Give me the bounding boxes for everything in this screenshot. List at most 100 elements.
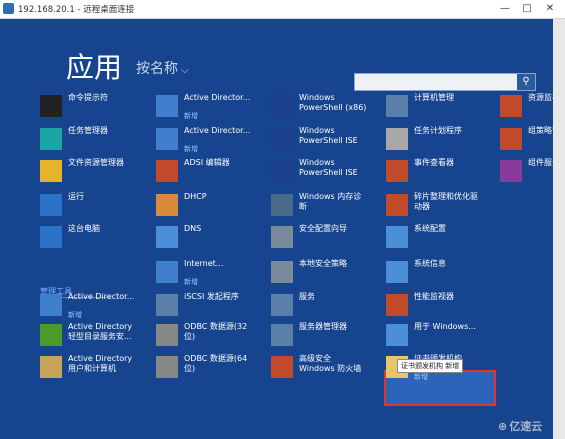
apps-screen: 应用 按名称 ⌵ ⚲ 管理工具 命令提示符 任务管理器 文件资源管理器 运行 这台电脑 Ac…	[0, 19, 553, 439]
app-tile[interactable]: 安全配置向导	[271, 224, 383, 252]
folder-icon	[40, 160, 62, 182]
app-tile[interactable]: ADSI 编辑器	[156, 158, 268, 186]
app-tile[interactable]: Windows 内存诊断	[271, 192, 383, 220]
odbc-icon	[156, 324, 178, 346]
backup-icon	[386, 324, 408, 346]
app-tile[interactable]: Active Directory 用户和计算机	[40, 354, 152, 382]
app-label-line2: Windows 防火墙	[299, 364, 362, 373]
memory-icon	[271, 194, 293, 216]
perfmon-icon	[386, 294, 408, 316]
app-tile[interactable]: Internet... 新增	[156, 259, 268, 287]
app-tile[interactable]: DNS	[156, 224, 268, 252]
app-tile[interactable]: 这台电脑	[40, 224, 152, 252]
app-label: 命令提示符	[68, 93, 108, 102]
app-label: 资源监视	[528, 93, 553, 102]
sort-dropdown[interactable]: 按名称 ⌵	[136, 58, 189, 78]
odbc-icon	[156, 356, 178, 378]
app-tile[interactable]: 服务	[271, 292, 383, 320]
app-tile[interactable]: Active Director... 新增	[40, 292, 152, 320]
watermark: ⊕ 亿速云	[498, 420, 543, 433]
new-badge: 新增	[184, 278, 198, 286]
minimize-button[interactable]: —	[494, 2, 516, 16]
eventvwr-icon	[386, 160, 408, 182]
compmgmt-icon	[386, 95, 408, 117]
app-label-line2: PowerShell ISE	[299, 168, 358, 177]
security-icon	[271, 226, 293, 248]
app-tile[interactable]: Windows PowerShell ISE	[271, 126, 383, 154]
app-label-line2: PowerShell (x86)	[299, 103, 367, 112]
app-tile[interactable]: 资源监视	[500, 93, 553, 121]
ad-icon	[156, 128, 178, 150]
app-tile[interactable]: Windows PowerShell (x86)	[271, 93, 383, 121]
app-label: Active Director...	[184, 93, 251, 102]
cmd-icon	[40, 95, 62, 117]
new-badge: 新增	[68, 311, 82, 319]
app-tile[interactable]: Active Director... 新增	[156, 93, 268, 121]
resmon-icon	[500, 95, 522, 117]
iis-icon	[156, 261, 178, 283]
app-tile[interactable]: 运行	[40, 192, 152, 220]
app-tile[interactable]: Windows PowerShell ISE	[271, 158, 383, 186]
app-label: 碎片整理和优化驱	[414, 192, 478, 201]
taskmgr-icon	[40, 128, 62, 150]
app-tile[interactable]: 服务器管理器	[271, 322, 383, 350]
app-label: 这台电脑	[68, 224, 100, 233]
app-tile[interactable]: 系统配置	[386, 224, 498, 252]
app-tile[interactable]: 事件查看器	[386, 158, 498, 186]
app-label: Windows	[299, 93, 335, 102]
close-button[interactable]: ✕	[539, 2, 561, 16]
app-label-line2: 轻型目录服务安...	[68, 332, 132, 341]
app-tile[interactable]: ODBC 数据源(32 位)	[156, 322, 268, 350]
app-label: Active Directory	[68, 354, 133, 363]
app-tile[interactable]: 命令提示符	[40, 93, 152, 121]
app-tile[interactable]: 系统信息	[386, 259, 498, 287]
app-label: Windows	[299, 126, 335, 135]
app-label: 服务	[299, 292, 315, 301]
comsvcs-icon	[500, 160, 522, 182]
app-tile[interactable]: ODBC 数据源(64 位)	[156, 354, 268, 382]
app-label: Active Director...	[184, 126, 251, 135]
app-tile[interactable]: iSCSI 发起程序	[156, 292, 268, 320]
firewall-icon	[271, 356, 293, 378]
app-label: 系统信息	[414, 259, 446, 268]
app-tile[interactable]: Active Directory 轻型目录服务安...	[40, 322, 152, 350]
app-tile[interactable]: Active Director... 新增	[156, 126, 268, 154]
remote-desktop-icon	[3, 3, 14, 14]
app-tile[interactable]: 组策略管	[500, 126, 553, 154]
app-label: Windows 内存诊	[299, 192, 362, 201]
app-tile[interactable]: 文件资源管理器	[40, 158, 152, 186]
app-tile[interactable]: 碎片整理和优化驱 动器	[386, 192, 498, 220]
dhcp-icon	[156, 194, 178, 216]
app-label: 事件查看器	[414, 158, 454, 167]
window-title: 192.168.20.1 - 远程桌面连接	[18, 5, 135, 15]
app-tile[interactable]: 任务管理器	[40, 126, 152, 154]
app-tile[interactable]: 计算机管理	[386, 93, 498, 121]
maximize-button[interactable]: □	[516, 2, 538, 16]
run-icon	[40, 194, 62, 216]
app-tile[interactable]: 组件服务	[500, 158, 553, 186]
app-tile[interactable]: DHCP	[156, 192, 268, 220]
adsi-icon	[156, 160, 178, 182]
app-label-line2: 动器	[414, 202, 430, 211]
app-tile[interactable]: 高级安全 Windows 防火墙	[271, 354, 383, 382]
vertical-scrollbar[interactable]	[553, 19, 565, 439]
app-label: 本地安全策略	[299, 259, 347, 268]
app-label-line2: 断	[299, 202, 307, 211]
search-icon[interactable]: ⚲	[517, 74, 535, 90]
app-tile[interactable]: 性能监视器	[386, 292, 498, 320]
app-tile[interactable]: 用于 Windows...	[386, 322, 498, 350]
app-label: 用于 Windows...	[414, 322, 476, 331]
aduc-icon	[40, 356, 62, 378]
ad-icon	[156, 95, 178, 117]
app-label: ODBC 数据源(64	[184, 354, 248, 363]
app-label: iSCSI 发起程序	[184, 292, 239, 301]
window-titlebar: 192.168.20.1 - 远程桌面连接 — □ ✕	[0, 0, 565, 19]
app-tile[interactable]: 本地安全策略	[271, 259, 383, 287]
services-icon	[271, 294, 293, 316]
app-label: ADSI 编辑器	[184, 158, 230, 167]
chevron-down-icon: ⌵	[181, 65, 189, 76]
sort-label: 按名称	[136, 61, 178, 77]
app-label: 组件服务	[528, 158, 553, 167]
app-tile[interactable]: 任务计划程序	[386, 126, 498, 154]
search-box[interactable]: ⚲	[354, 73, 536, 91]
